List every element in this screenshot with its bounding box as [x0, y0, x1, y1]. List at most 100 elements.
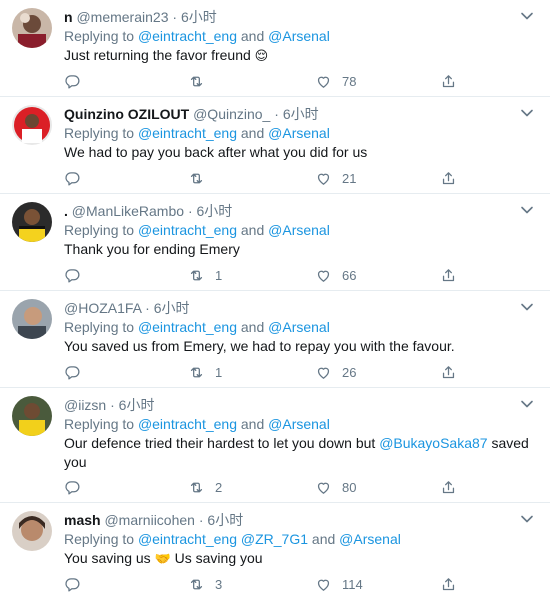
- mention-link[interactable]: @ZR_7G1: [241, 531, 308, 547]
- share-button[interactable]: [440, 266, 457, 284]
- share-button[interactable]: [440, 363, 457, 381]
- avatar[interactable]: [12, 511, 52, 551]
- tweet[interactable]: @iizsn · 6小时 Replying to @eintracht_eng …: [0, 388, 550, 503]
- mention-link[interactable]: @eintracht_eng: [138, 222, 237, 238]
- tweet[interactable]: mash @marniicohen · 6小时 Replying to @ein…: [0, 503, 550, 601]
- like-count: 66: [342, 267, 357, 283]
- like-button[interactable]: 78: [315, 72, 356, 90]
- chevron-down-icon[interactable]: [520, 397, 534, 411]
- avatar[interactable]: [12, 396, 52, 436]
- reply-button[interactable]: [64, 575, 81, 593]
- chevron-down-icon[interactable]: [520, 106, 534, 120]
- share-button[interactable]: [440, 72, 457, 90]
- retweet-button[interactable]: 2: [188, 478, 222, 496]
- mention-link[interactable]: @BukayoSaka87: [379, 435, 487, 451]
- mention-link[interactable]: @eintracht_eng: [138, 416, 237, 432]
- like-count: 78: [342, 73, 357, 89]
- tweet-text-body: Us saving you: [174, 550, 263, 566]
- like-button[interactable]: 114: [315, 575, 363, 593]
- timestamp[interactable]: 6小时: [119, 397, 155, 413]
- replying-to: Replying to @eintracht_eng and @Arsenal: [64, 415, 538, 434]
- tweet-text-body: We had to pay you back after what you di…: [64, 144, 368, 160]
- mention-link[interactable]: @Arsenal: [268, 28, 330, 44]
- retweet-button[interactable]: [188, 169, 215, 187]
- tweet[interactable]: n @memerain23 · 6小时 Replying to @eintrac…: [0, 0, 550, 97]
- tweet[interactable]: . @ManLikeRambo · 6小时 Replying to @eintr…: [0, 194, 550, 291]
- tweet-actions: 21: [64, 169, 550, 187]
- mention-link[interactable]: @eintracht_eng: [138, 319, 237, 335]
- reply-button[interactable]: [64, 169, 81, 187]
- avatar[interactable]: [12, 202, 52, 242]
- retweet-button[interactable]: 1: [188, 266, 222, 284]
- avatar[interactable]: [12, 105, 52, 145]
- replying-to-label: Replying to: [64, 531, 135, 547]
- mention-link[interactable]: @Arsenal: [268, 222, 330, 238]
- retweet-button[interactable]: 1: [188, 363, 222, 381]
- heart-icon: [315, 364, 332, 381]
- share-button[interactable]: [440, 169, 457, 187]
- reply-icon: [64, 73, 81, 90]
- tweet[interactable]: Quinzino OZILOUT @Quinzino_ · 6小时 Replyi…: [0, 97, 550, 194]
- handle[interactable]: @iizsn: [64, 397, 106, 413]
- handle[interactable]: @Quinzino_: [193, 106, 270, 122]
- timestamp[interactable]: 6小时: [154, 300, 190, 316]
- chevron-down-icon[interactable]: [520, 203, 534, 217]
- tweet-text-body: You saving us: [64, 550, 151, 566]
- chevron-down-icon[interactable]: [520, 512, 534, 526]
- handle[interactable]: @HOZA1FA: [64, 300, 141, 316]
- and-label: and: [240, 222, 265, 238]
- avatar[interactable]: [12, 8, 52, 48]
- share-icon: [440, 364, 457, 381]
- like-button[interactable]: 26: [315, 363, 356, 381]
- avatar[interactable]: [12, 299, 52, 339]
- like-button[interactable]: 21: [315, 169, 356, 187]
- retweet-button[interactable]: [188, 72, 215, 90]
- reply-button[interactable]: [64, 266, 81, 284]
- tweet-actions: 3 114: [64, 575, 550, 593]
- tweet-text: Our defence tried their hardest to let y…: [64, 434, 538, 472]
- mention-link[interactable]: @eintracht_eng: [138, 28, 237, 44]
- tweet-actions: 2 80: [64, 478, 550, 496]
- retweet-button[interactable]: 3: [188, 575, 222, 593]
- retweet-count: 2: [215, 479, 223, 495]
- reply-button[interactable]: [64, 72, 81, 90]
- display-name[interactable]: Quinzino OZILOUT: [64, 106, 189, 122]
- separator: ·: [274, 106, 279, 122]
- chevron-down-icon[interactable]: [520, 300, 534, 314]
- reply-button[interactable]: [64, 363, 81, 381]
- display-name[interactable]: mash: [64, 512, 101, 528]
- reply-icon: [64, 479, 81, 496]
- replying-to: Replying to @eintracht_eng @ZR_7G1 and @…: [64, 530, 538, 549]
- mention-link[interactable]: @Arsenal: [268, 416, 330, 432]
- mention-link[interactable]: @Arsenal: [268, 125, 330, 141]
- tweet-text-body: you: [64, 454, 87, 470]
- tweet-text-body: Our defence tried their hardest to let y…: [64, 435, 376, 451]
- like-button[interactable]: 66: [315, 266, 356, 284]
- timestamp[interactable]: 6小时: [207, 512, 243, 528]
- share-button[interactable]: [440, 478, 457, 496]
- and-label: and: [240, 416, 265, 432]
- like-button[interactable]: 80: [315, 478, 356, 496]
- reply-button[interactable]: [64, 478, 81, 496]
- share-button[interactable]: [440, 575, 457, 593]
- handle[interactable]: @memerain23: [76, 9, 168, 25]
- reply-icon: [64, 170, 81, 187]
- mention-link[interactable]: @Arsenal: [339, 531, 401, 547]
- handle[interactable]: @ManLikeRambo: [72, 203, 184, 219]
- retweet-icon: [188, 170, 205, 187]
- timestamp[interactable]: 6小时: [283, 106, 319, 122]
- retweet-count: 1: [215, 267, 223, 283]
- handle[interactable]: @marniicohen: [104, 512, 194, 528]
- tweet[interactable]: @HOZA1FA · 6小时 Replying to @eintracht_en…: [0, 291, 550, 388]
- display-name[interactable]: .: [64, 203, 68, 219]
- mention-link[interactable]: @eintracht_eng: [138, 531, 237, 547]
- and-label: and: [240, 125, 265, 141]
- replying-to-label: Replying to: [64, 222, 135, 238]
- like-count: 114: [342, 576, 363, 592]
- chevron-down-icon[interactable]: [520, 9, 534, 23]
- timestamp[interactable]: 6小时: [181, 9, 217, 25]
- mention-link[interactable]: @eintracht_eng: [138, 125, 237, 141]
- mention-link[interactable]: @Arsenal: [268, 319, 330, 335]
- display-name[interactable]: n: [64, 9, 73, 25]
- timestamp[interactable]: 6小时: [197, 203, 233, 219]
